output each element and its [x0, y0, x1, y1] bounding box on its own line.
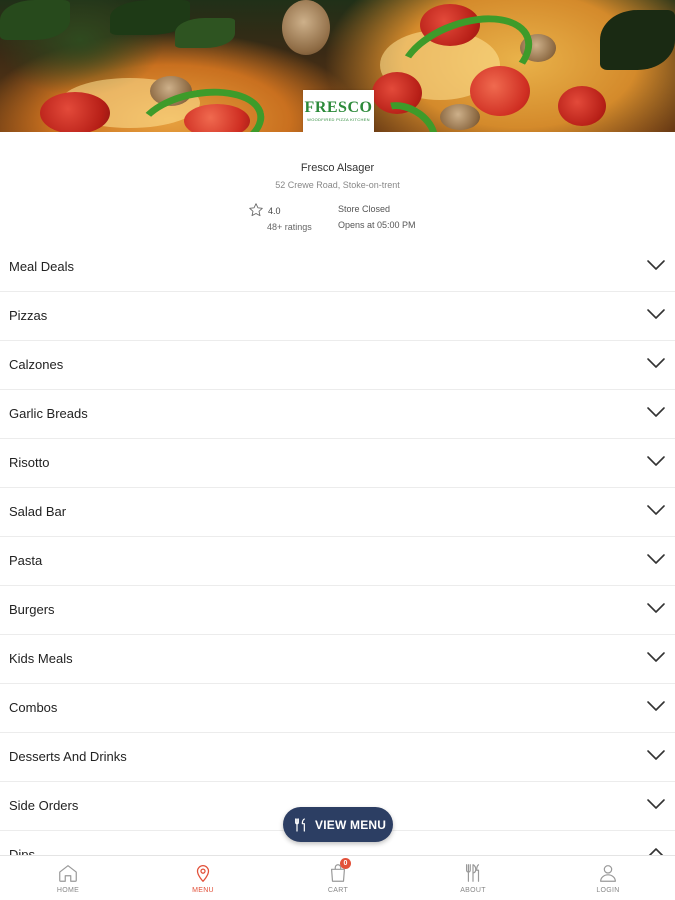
category-row[interactable]: Salad Bar: [0, 488, 675, 537]
chevron-down-icon[interactable]: [646, 405, 666, 419]
nav-menu-label: MENU: [192, 887, 214, 894]
chevron-down-icon[interactable]: [646, 356, 666, 370]
nav-login-label: LOGIN: [596, 887, 620, 894]
rating-value: 4.0: [268, 206, 281, 216]
chevron-down-icon[interactable]: [646, 552, 666, 566]
category-label: Combos: [9, 700, 58, 715]
chevron-down-icon[interactable]: [646, 797, 666, 811]
view-menu-label: VIEW MENU: [315, 818, 387, 832]
mushroom-decoration: [282, 0, 330, 55]
store-opening-time: Opens at 05:00 PM: [338, 220, 416, 230]
category-label: Calzones: [9, 357, 64, 372]
nav-about[interactable]: ABOUT: [433, 856, 513, 900]
store-name: Fresco Alsager: [300, 162, 375, 174]
store-status: Store Closed Opens at 05:00 PM: [338, 204, 458, 238]
category-row[interactable]: Calzones: [0, 341, 675, 390]
category-row[interactable]: Meal Deals: [0, 243, 675, 292]
view-menu-button[interactable]: VIEW MENU: [283, 807, 393, 842]
category-label: Burgers: [9, 602, 55, 617]
logo-tagline: WOODFIRED PIZZA KITCHEN: [307, 117, 370, 122]
category-label: Desserts And Drinks: [9, 749, 127, 764]
category-row[interactable]: Desserts And Drinks: [0, 733, 675, 782]
nav-about-label: ABOUT: [460, 887, 486, 894]
bottom-nav: HOME MENU 0 CART ABOUT LOGIN: [0, 855, 675, 900]
store-info-card: Fresco Alsager 52 Crewe Road, Stoke-on-t…: [0, 132, 675, 244]
category-label: Risotto: [9, 455, 50, 470]
basil-leaf-decoration: [600, 10, 675, 70]
rating-count: 48+ ratings: [267, 222, 312, 232]
user-icon: [600, 865, 616, 882]
category-row[interactable]: Burgers: [0, 586, 675, 635]
category-row[interactable]: Combos: [0, 684, 675, 733]
category-label: Salad Bar: [9, 504, 67, 519]
chevron-down-icon[interactable]: [646, 601, 666, 615]
chevron-down-icon[interactable]: [646, 307, 666, 321]
basil-leaf-decoration: [175, 18, 235, 48]
category-label: Pasta: [9, 553, 43, 568]
logo-wordmark: FRESCO: [304, 99, 373, 116]
store-address: 52 Crewe Road, Stoke-on-trent: [275, 180, 400, 190]
chevron-down-icon[interactable]: [646, 748, 666, 762]
cart-count-badge: 0: [340, 858, 351, 869]
home-icon: [59, 865, 77, 882]
category-row[interactable]: Kids Meals: [0, 635, 675, 684]
cutlery-icon: [465, 864, 480, 882]
chevron-down-icon[interactable]: [646, 650, 666, 664]
pepperoni-decoration: [40, 92, 110, 132]
category-label: Pizzas: [9, 308, 48, 323]
category-label: Garlic Breads: [9, 406, 88, 421]
basil-leaf-decoration: [0, 0, 70, 40]
store-status-text: Store Closed: [338, 204, 391, 214]
nav-login[interactable]: LOGIN: [568, 856, 648, 900]
chevron-down-icon[interactable]: [646, 503, 666, 517]
category-label: Side Orders: [9, 798, 79, 813]
nav-cart[interactable]: 0 CART: [298, 856, 378, 900]
category-label: Meal Deals: [9, 259, 75, 274]
nav-home-label: HOME: [56, 887, 80, 894]
chevron-down-icon[interactable]: [646, 454, 666, 468]
category-row[interactable]: Pizzas: [0, 292, 675, 341]
chevron-down-icon[interactable]: [646, 699, 666, 713]
location-pin-icon: [196, 865, 210, 882]
category-row[interactable]: Pasta: [0, 537, 675, 586]
category-row[interactable]: Risotto: [0, 439, 675, 488]
chevron-down-icon[interactable]: [646, 258, 666, 272]
mushroom-decoration: [440, 104, 480, 130]
menu-category-list: Meal Deals Pizzas Calzones Garlic Breads Ris…: [0, 243, 675, 880]
category-row[interactable]: Garlic Breads: [0, 390, 675, 439]
nav-cart-label: CART: [327, 887, 349, 894]
star-icon: [249, 203, 263, 217]
store-rating: 4.0 48+ ratings: [248, 202, 328, 236]
cutlery-icon: [295, 818, 305, 832]
pepperoni-decoration: [558, 86, 606, 126]
category-label: Kids Meals: [9, 651, 73, 666]
nav-home[interactable]: HOME: [28, 856, 108, 900]
nav-menu[interactable]: MENU: [163, 856, 243, 900]
store-logo: FRESCO WOODFIRED PIZZA KITCHEN: [303, 90, 374, 132]
